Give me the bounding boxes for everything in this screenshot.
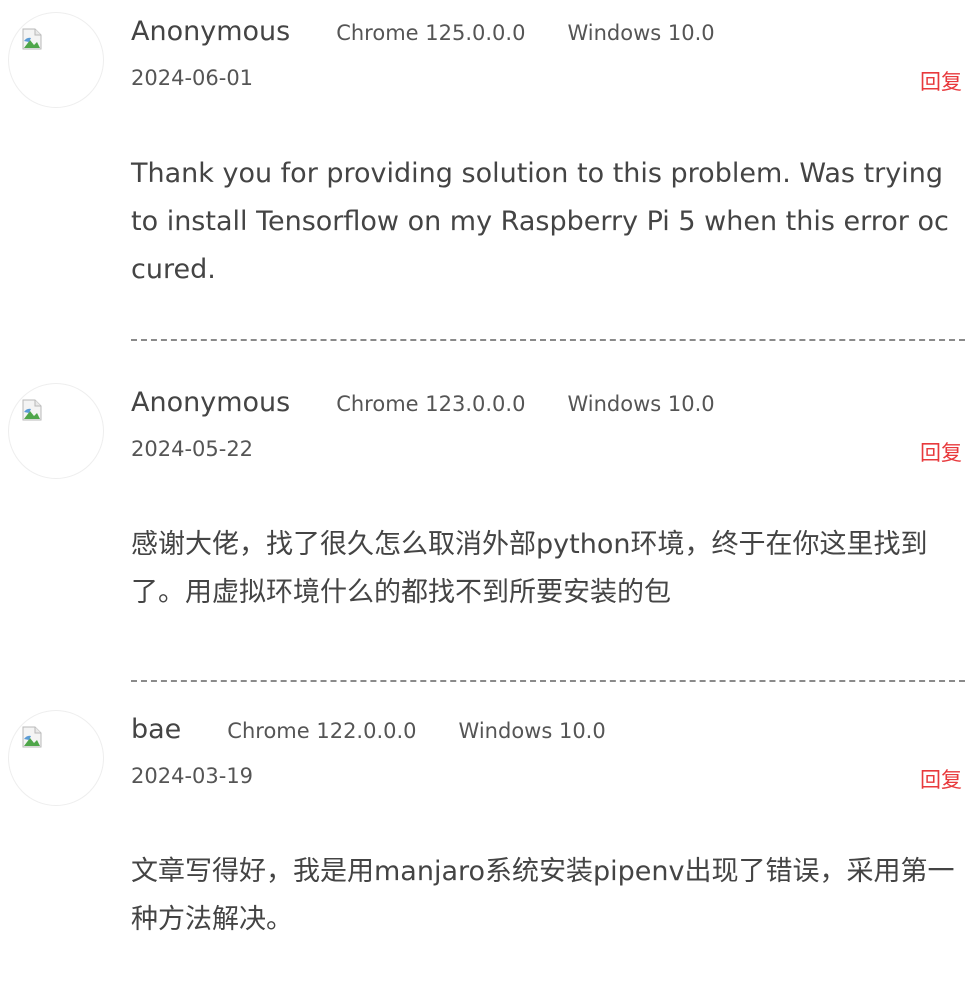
comment-divider: [131, 680, 965, 682]
comment-item: Anonymous Chrome 125.0.0.0 Windows 10.0 …: [0, 0, 965, 371]
comment-browser: Chrome 122.0.0.0: [227, 719, 417, 743]
comment-browser: Chrome 125.0.0.0: [336, 21, 526, 45]
comment-browser: Chrome 123.0.0.0: [336, 392, 526, 416]
broken-image-icon: [22, 726, 42, 748]
comment-item: bae Chrome 122.0.0.0 Windows 10.0 2024-0…: [0, 698, 965, 984]
broken-image-icon: [22, 28, 42, 50]
comment-list: Anonymous Chrome 125.0.0.0 Windows 10.0 …: [0, 0, 965, 984]
comment-date: 2024-03-19: [131, 764, 254, 788]
comment-author: bae: [131, 714, 182, 745]
comment-meta: Anonymous Chrome 125.0.0.0 Windows 10.0: [131, 16, 715, 56]
comment-content: 文章写得好，我是用manjaro系统安装pipenv出现了错误，采用第一种方法解…: [131, 856, 955, 935]
comment-item: Anonymous Chrome 123.0.0.0 Windows 10.0 …: [0, 371, 965, 698]
reply-link[interactable]: 回复: [920, 437, 962, 467]
comment-date: 2024-05-22: [131, 437, 254, 461]
reply-link[interactable]: 回复: [920, 764, 962, 794]
broken-image-icon: [22, 399, 42, 421]
comment-content: 感谢大佬，找了很久怎么取消外部python环境，终于在你这里找到了。用虚拟环境什…: [131, 529, 928, 608]
avatar[interactable]: [8, 12, 104, 108]
comment-date: 2024-06-01: [131, 66, 254, 90]
reply-link[interactable]: 回复: [920, 66, 962, 96]
comment-meta: bae Chrome 122.0.0.0 Windows 10.0: [131, 714, 606, 754]
comment-author: Anonymous: [131, 387, 291, 418]
comment-os: Windows 10.0: [567, 392, 715, 416]
comment-meta: Anonymous Chrome 123.0.0.0 Windows 10.0: [131, 387, 715, 427]
avatar[interactable]: [8, 383, 104, 479]
avatar[interactable]: [8, 710, 104, 806]
comment-os: Windows 10.0: [458, 719, 606, 743]
comment-author: Anonymous: [131, 16, 291, 47]
comment-os: Windows 10.0: [567, 21, 715, 45]
comment-content: Thank you for providing solution to this…: [131, 158, 949, 285]
comment-divider: [131, 339, 965, 341]
